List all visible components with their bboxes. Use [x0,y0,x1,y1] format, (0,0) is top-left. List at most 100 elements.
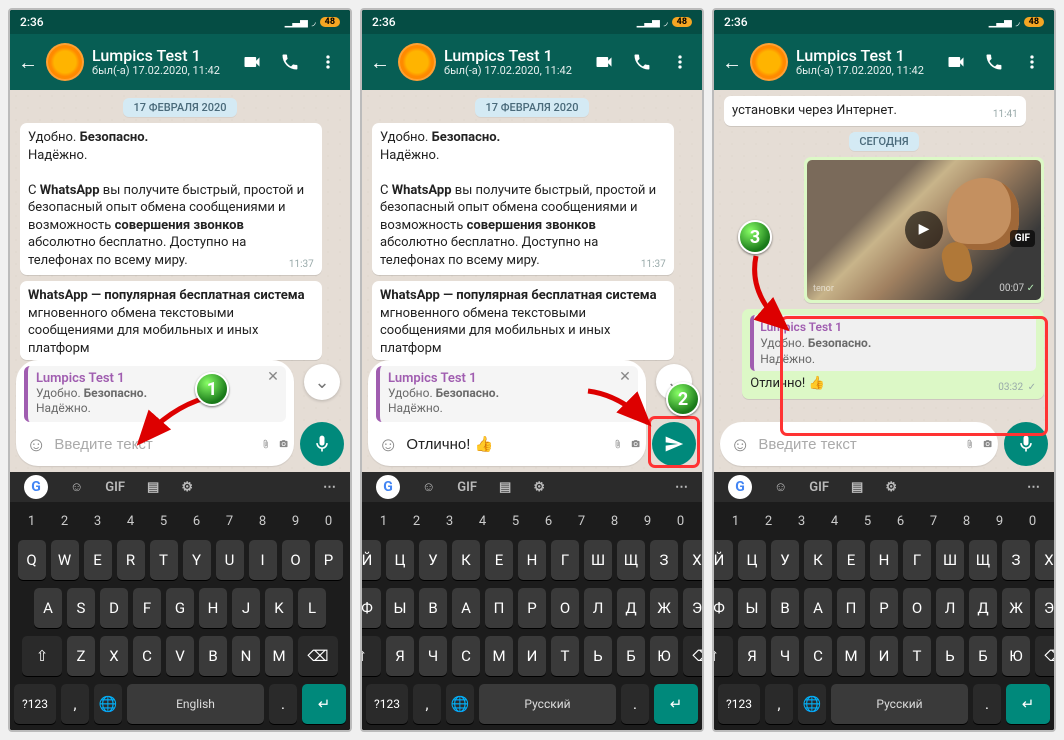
key-5[interactable]: 5 [502,510,530,532]
key-и[interactable]: И [518,636,546,676]
emoji-icon[interactable]: ☺ [26,432,46,457]
shift-key[interactable]: ⇧ [360,636,381,676]
key-j[interactable]: J [232,588,260,628]
key-3[interactable]: 3 [788,510,816,532]
voice-record-button[interactable] [1004,422,1048,466]
key-1[interactable]: 1 [18,510,46,532]
clipboard-icon[interactable]: ▤ [147,480,159,495]
key-ю[interactable]: Ю [1002,636,1030,676]
settings-icon[interactable]: ⚙ [533,480,545,495]
key-q[interactable]: Q [18,540,46,580]
key-i[interactable]: I [249,540,277,580]
camera-icon[interactable] [983,433,992,455]
key-k[interactable]: K [265,588,293,628]
key-2[interactable]: 2 [403,510,431,532]
key-h[interactable]: H [199,588,227,628]
key-4[interactable]: 4 [117,510,145,532]
key-ж[interactable]: Ж [1002,588,1030,628]
key-9[interactable]: 9 [282,510,310,532]
key-ц[interactable]: Ц [386,540,414,580]
voice-record-button[interactable] [300,422,344,466]
key-в[interactable]: В [419,588,447,628]
sticker-icon[interactable]: ☺ [422,479,435,495]
key-9[interactable]: 9 [986,510,1014,532]
key-y[interactable]: Y [183,540,211,580]
key-b[interactable]: B [199,636,227,676]
google-icon[interactable]: G [376,475,400,499]
key-д[interactable]: Д [617,588,645,628]
key-u[interactable]: U [216,540,244,580]
key-7[interactable]: 7 [920,510,948,532]
key-ь[interactable]: Ь [936,636,964,676]
avatar[interactable] [750,43,788,81]
key-н[interactable]: Н [518,540,546,580]
key-3[interactable]: 3 [84,510,112,532]
close-reply-icon[interactable]: ✕ [264,368,282,386]
key-2[interactable]: 2 [755,510,783,532]
key-е[interactable]: Е [485,540,513,580]
key-4[interactable]: 4 [469,510,497,532]
keyboard[interactable]: G ☺ GIF ▤ ⚙ ⋯ 1234567890 ЙЦУКЕНГШЩЗХ ФЫВ… [362,472,702,730]
camera-icon[interactable] [279,433,288,455]
key-ы[interactable]: Ы [386,588,414,628]
key-а[interactable]: А [804,588,832,628]
key-й[interactable]: Й [360,540,381,580]
received-message[interactable]: установки через Интернет. 11:41 [724,96,1026,126]
attach-icon[interactable] [965,433,974,455]
key-л[interactable]: Л [584,588,612,628]
key-1[interactable]: 1 [722,510,750,532]
key-c[interactable]: C [133,636,161,676]
key-m[interactable]: M [265,636,293,676]
key-o[interactable]: O [282,540,310,580]
key-8[interactable]: 8 [601,510,629,532]
key-г[interactable]: Г [551,540,579,580]
key-я[interactable]: Я [738,636,766,676]
key-2[interactable]: 2 [51,510,79,532]
key-б[interactable]: Б [617,636,645,676]
key-а[interactable]: А [452,588,480,628]
key-х[interactable]: Х [683,540,704,580]
keyboard[interactable]: G ☺ GIF ▤ ⚙ ⋯ 1234567890 QWERTYUIOP ASDF… [10,472,350,730]
key-т[interactable]: Т [551,636,579,676]
key-ж[interactable]: Ж [650,588,678,628]
space-key[interactable]: English [127,684,264,724]
key-р[interactable]: Р [518,588,546,628]
more-icon[interactable]: ⋯ [323,480,336,495]
key-я[interactable]: Я [386,636,414,676]
enter-key[interactable]: ↵ [654,684,698,724]
key-w[interactable]: W [51,540,79,580]
key-й[interactable]: Й [712,540,733,580]
key-1[interactable]: 1 [370,510,398,532]
sticker-icon[interactable]: ☺ [70,479,83,495]
received-message[interactable]: Удобно. Безопасно. Надёжно. С WhatsApp в… [20,123,322,275]
key-р[interactable]: Р [870,588,898,628]
more-icon[interactable] [1022,52,1042,72]
key-9[interactable]: 9 [634,510,662,532]
key-ц[interactable]: Ц [738,540,766,580]
key-x[interactable]: X [100,636,128,676]
key-ч[interactable]: Ч [771,636,799,676]
play-icon[interactable]: ▶ [905,211,943,249]
key-ф[interactable]: Ф [360,588,381,628]
key-э[interactable]: Э [1035,588,1056,628]
voice-call-icon[interactable] [984,52,1004,72]
key-6[interactable]: 6 [887,510,915,532]
key-n[interactable]: N [232,636,260,676]
key-ы[interactable]: Ы [738,588,766,628]
google-icon[interactable]: G [24,475,48,499]
enter-key[interactable]: ↵ [302,684,346,724]
back-icon[interactable]: ← [722,50,742,75]
key-0[interactable]: 0 [667,510,695,532]
comma-key[interactable]: , [61,684,89,724]
video-call-icon[interactable] [946,52,966,72]
key-r[interactable]: R [117,540,145,580]
key-s[interactable]: S [67,588,95,628]
voice-call-icon[interactable] [632,52,652,72]
key-о[interactable]: О [551,588,579,628]
keyboard[interactable]: G ☺ GIF ▤ ⚙ ⋯ 1234567890 ЙЦУКЕНГШЩЗХ ФЫВ… [714,472,1054,730]
avatar[interactable] [398,43,436,81]
received-message[interactable]: Удобно. Безопасно. Надёжно. С WhatsApp в… [372,123,674,275]
voice-call-icon[interactable] [280,52,300,72]
received-message-2[interactable]: WhatsApp — популярная бесплатная система… [372,281,674,359]
back-icon[interactable]: ← [18,50,38,75]
